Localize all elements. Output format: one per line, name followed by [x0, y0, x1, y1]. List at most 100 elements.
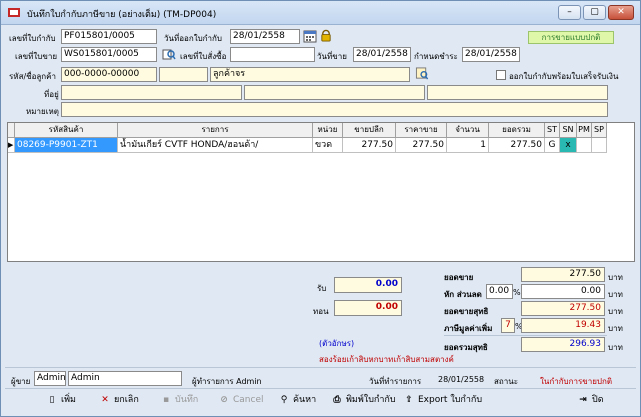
- discount-field[interactable]: 0.00: [521, 284, 605, 299]
- x-icon: ✕: [101, 395, 109, 405]
- save-button-label: บันทึก: [175, 395, 199, 405]
- net-field: 277.50: [521, 301, 605, 316]
- col-header-code[interactable]: รหัสสินค้า: [15, 123, 118, 138]
- col-header-unit[interactable]: หน่วย: [313, 123, 343, 138]
- cell-code[interactable]: 08269-P9901-ZT1: [15, 138, 118, 153]
- search-button[interactable]: ⚲ ค้นหา: [277, 392, 316, 411]
- order-no-field[interactable]: [230, 47, 315, 62]
- discount-label: หัก ส่วนลด: [444, 290, 482, 299]
- txn-date-value: 28/01/2558: [438, 375, 485, 384]
- col-header-pm[interactable]: PM: [577, 123, 592, 138]
- cancel-document-label: ยกเลิก: [114, 395, 139, 405]
- cell-desc[interactable]: น้ำมันเกียร์ CVTF HONDA/ฮอนด้า/: [118, 138, 313, 153]
- lock-icon[interactable]: [319, 29, 333, 42]
- toolbar-divider: [5, 388, 636, 389]
- minimize-button[interactable]: –: [558, 5, 581, 20]
- cash-receipt-label: ออกใบกำกับพร้อมใบเสร็จรับเงิน: [509, 72, 619, 81]
- operator-text: ผู้ทำรายการ Admin: [192, 377, 262, 386]
- title-bar: บันทึกใบกำกับภาษีขาย (อย่างเต็ม) (TM-DP0…: [1, 1, 640, 25]
- new-button-label: เพิ่ม: [61, 395, 76, 405]
- vat-field: 19.43: [521, 318, 605, 333]
- order-no-label: เลขที่ใบสั่งซื้อ: [180, 52, 227, 61]
- print-invoice-button[interactable]: ⎙ พิมพ์ใบกำกับ: [330, 392, 396, 411]
- close-window-button[interactable]: ✕: [608, 5, 634, 20]
- col-header-sn[interactable]: SN: [560, 123, 577, 138]
- sale-no-field[interactable]: WS015801/0005: [61, 47, 157, 62]
- invoice-window: บันทึกใบกำกับภาษีขาย (อย่างเต็ม) (TM-DP0…: [0, 0, 641, 417]
- seller-name-field[interactable]: Admin: [68, 371, 182, 386]
- cell-retail[interactable]: 277.50: [343, 138, 396, 153]
- cell-unit[interactable]: ขวด: [313, 138, 343, 153]
- col-header-st[interactable]: ST: [545, 123, 560, 138]
- cell-st[interactable]: G: [545, 138, 560, 153]
- cancel-document-button[interactable]: ✕ ยกเลิก: [98, 392, 139, 411]
- row-marker: ▶: [8, 138, 15, 153]
- col-header-retail[interactable]: ขายปลีก: [343, 123, 396, 138]
- search-sale-icon[interactable]: [162, 48, 176, 61]
- cancel-button[interactable]: ⊘ Cancel: [217, 392, 263, 411]
- col-header-sp[interactable]: SP: [592, 123, 607, 138]
- in-words-label: (ตัวอักษร): [319, 339, 355, 348]
- customer-lookup-icon[interactable]: [415, 67, 429, 80]
- currency-label-2: บาท: [608, 290, 623, 299]
- col-header-qty[interactable]: จำนวน: [447, 123, 489, 138]
- cell-pm[interactable]: [577, 138, 592, 153]
- change-label: ทอน: [313, 307, 329, 316]
- close-button[interactable]: ⇥ ปิด: [576, 392, 603, 411]
- maximize-button[interactable]: ▢: [583, 5, 606, 20]
- status-badge: การขายแบบปกติ: [528, 31, 614, 44]
- currency-label-5: บาท: [608, 343, 623, 352]
- invoice-date-label: วันที่ออกใบกำกับ: [164, 34, 222, 43]
- print-button-label: พิมพ์ใบกำกับ: [346, 395, 396, 405]
- address-label: ที่อยู่: [44, 90, 59, 99]
- cell-sp[interactable]: [592, 138, 607, 153]
- grid-corner: [8, 123, 15, 138]
- cell-sn[interactable]: x: [560, 138, 577, 153]
- customer-code-field[interactable]: 000-0000-00000: [61, 67, 157, 82]
- col-header-price[interactable]: ราคาขาย: [396, 123, 447, 138]
- cell-price[interactable]: 277.50: [396, 138, 447, 153]
- printer-icon: ⎙: [333, 395, 341, 405]
- grand-total-field: 296.93: [521, 337, 605, 352]
- currency-label-4: บาท: [608, 324, 623, 333]
- address-line-3[interactable]: [427, 85, 608, 100]
- export-button-label: Export ใบกำกับ: [418, 395, 483, 405]
- seller-code-field[interactable]: Admin: [34, 371, 66, 386]
- grand-total-label: ยอดรวมสุทธิ: [444, 343, 488, 352]
- save-icon: ▪: [162, 395, 170, 405]
- calendar-icon[interactable]: [303, 30, 317, 43]
- vat-label: ภาษีมูลค่าเพิ่ม: [444, 324, 493, 333]
- col-header-desc[interactable]: รายการ: [118, 123, 313, 138]
- address-line-1[interactable]: [61, 85, 242, 100]
- export-invoice-button[interactable]: ⇪ Export ใบกำกับ: [402, 392, 482, 411]
- customer-name-field[interactable]: [159, 67, 208, 82]
- col-header-total[interactable]: ยอดรวม: [489, 123, 545, 138]
- vat-rate-field[interactable]: 7: [501, 318, 515, 333]
- discount-pct-unit: %: [513, 288, 521, 297]
- remark-field[interactable]: [61, 102, 608, 117]
- new-button[interactable]: ▯ เพิ่ม: [45, 392, 76, 411]
- new-document-icon: ▯: [49, 395, 55, 405]
- sale-date-field[interactable]: 28/01/2558: [353, 47, 411, 62]
- invoice-date-field[interactable]: 28/01/2558: [230, 29, 300, 44]
- address-line-2[interactable]: [244, 85, 425, 100]
- footer-divider: [5, 367, 636, 368]
- discount-pct-field[interactable]: 0.00: [486, 284, 513, 299]
- save-button[interactable]: ▪ บันทึก: [159, 392, 198, 411]
- due-date-field[interactable]: 28/01/2558: [462, 47, 520, 62]
- export-icon: ⇪: [405, 395, 413, 405]
- due-date-label: กำหนดชำระ: [414, 52, 458, 61]
- app-icon: [8, 8, 20, 17]
- state-value: ในกำกับการขายปกติ: [540, 377, 613, 386]
- search-button-label: ค้นหา: [293, 395, 317, 405]
- items-grid: รหัสสินค้า รายการ หน่วย ขายปลีก ราคาขาย …: [7, 122, 635, 262]
- receive-field[interactable]: 0.00: [334, 277, 402, 293]
- sales-field: 277.50: [521, 267, 605, 282]
- cash-receipt-checkbox[interactable]: [496, 70, 506, 80]
- receive-label: รับ: [317, 284, 327, 293]
- cell-total[interactable]: 277.50: [489, 138, 545, 153]
- remark-label: หมายเหตุ: [26, 107, 59, 116]
- cell-qty[interactable]: 1: [447, 138, 489, 153]
- invoice-no-field[interactable]: PF015801/0005: [61, 29, 157, 44]
- customer-type-field[interactable]: ลูกค้าจร: [210, 67, 410, 82]
